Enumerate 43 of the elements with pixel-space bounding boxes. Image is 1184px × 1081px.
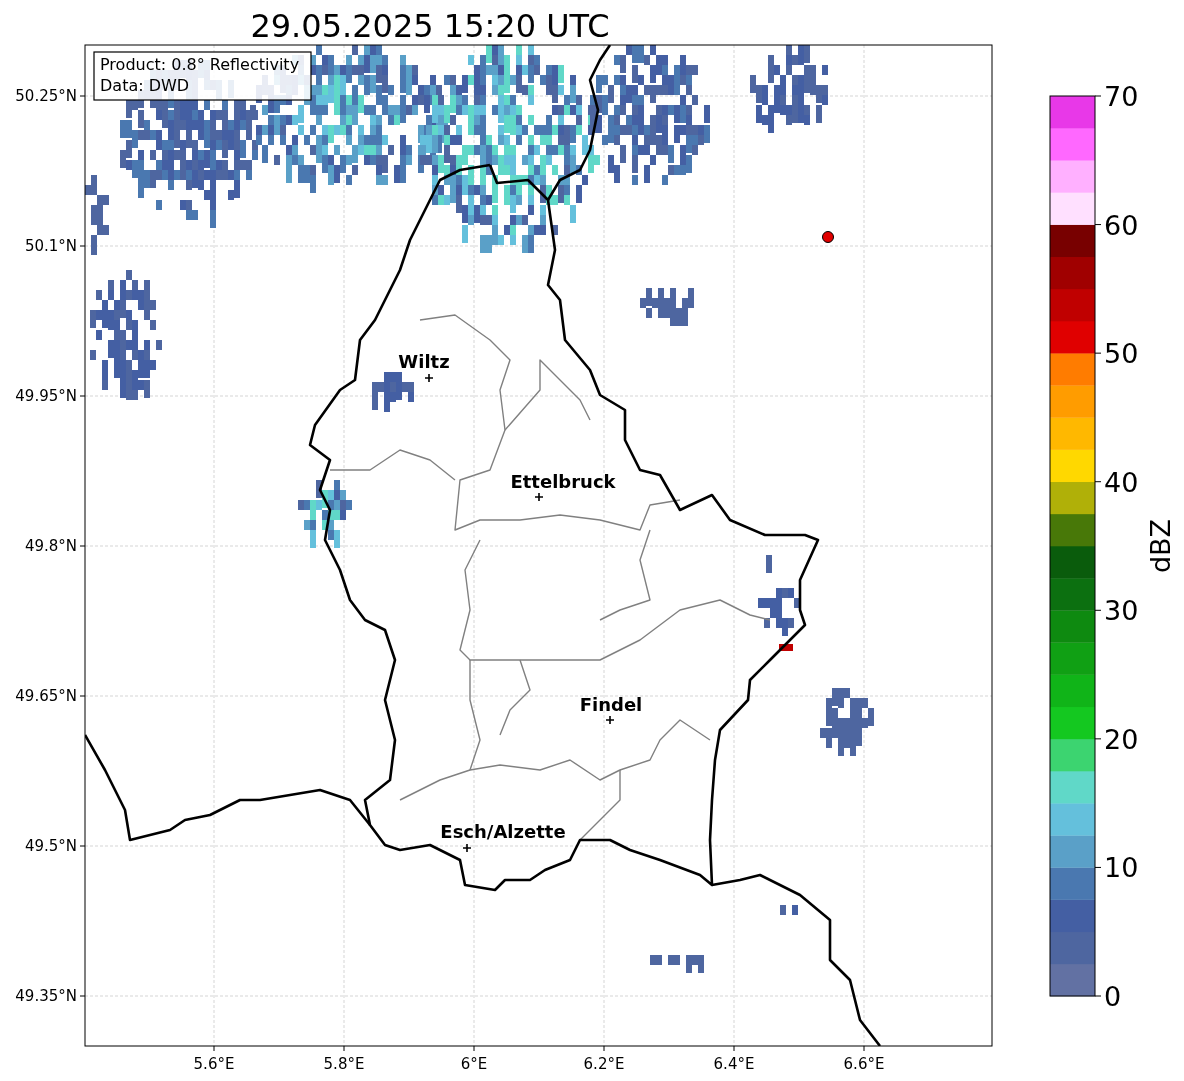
- longitude-label: 6.6°E: [843, 1055, 885, 1073]
- latitude-label: 49.95°N: [15, 387, 77, 405]
- colorbar-tick-label: 50: [1104, 338, 1139, 370]
- radar-echo-drawing: [758, 588, 800, 636]
- longitude-label: 6°E: [460, 1055, 488, 1073]
- colorbar-tick-label: 40: [1104, 466, 1139, 498]
- radar-site-marker: [822, 231, 834, 243]
- colorbar-tick-label: 20: [1104, 723, 1139, 755]
- city-marker-icon: [462, 843, 472, 853]
- city-marker-icon: [605, 715, 615, 725]
- chart-title: 29.05.2025 15:20 UTC: [250, 7, 610, 45]
- info-text: Data: DWD: [100, 76, 190, 95]
- latitude-label: 49.5°N: [24, 837, 77, 855]
- colorbar-tick-label: 30: [1104, 595, 1139, 627]
- longitude-label: 6.2°E: [583, 1055, 625, 1073]
- radar-echo-drawing: [640, 288, 694, 326]
- latitude-label: 50.1°N: [24, 237, 77, 255]
- radar-echo-drawing: [780, 905, 798, 915]
- radar-echo-drawing: [820, 688, 874, 756]
- colorbar-tick-label: 70: [1104, 81, 1139, 112]
- colorbar-title: dBZ: [1145, 518, 1176, 574]
- radar-echo-drawing: [779, 644, 793, 651]
- colorbar-tick-label: 10: [1104, 852, 1139, 884]
- colorbar-tick-label: 60: [1104, 209, 1139, 241]
- city-label: Esch/Alzette: [440, 821, 566, 842]
- info-text: Product: 0.8° Reflectivity: [100, 55, 300, 74]
- city-label: Ettelbruck: [510, 471, 616, 492]
- colorbar-tick-label: 0: [1104, 981, 1122, 1012]
- city-label: Wiltz: [398, 351, 450, 372]
- radar-echo-drawing: [650, 955, 704, 973]
- latitude-label: 49.35°N: [15, 987, 77, 1005]
- radar-echo-drawing: [766, 555, 772, 573]
- city-label: Findel: [579, 694, 643, 715]
- longitude-label: 5.6°E: [193, 1055, 235, 1073]
- latitude-label: 49.65°N: [15, 687, 77, 705]
- longitude-label: 6.4°E: [713, 1055, 755, 1073]
- latitude-label: 49.8°N: [24, 537, 77, 555]
- longitude-label: 5.8°E: [323, 1055, 365, 1073]
- radar-echo-drawing: [298, 480, 352, 548]
- city-marker-icon: [424, 373, 434, 383]
- radar-echo-drawing: [372, 372, 414, 412]
- latitude-label: 50.25°N: [15, 87, 77, 105]
- city-marker-icon: [534, 492, 544, 502]
